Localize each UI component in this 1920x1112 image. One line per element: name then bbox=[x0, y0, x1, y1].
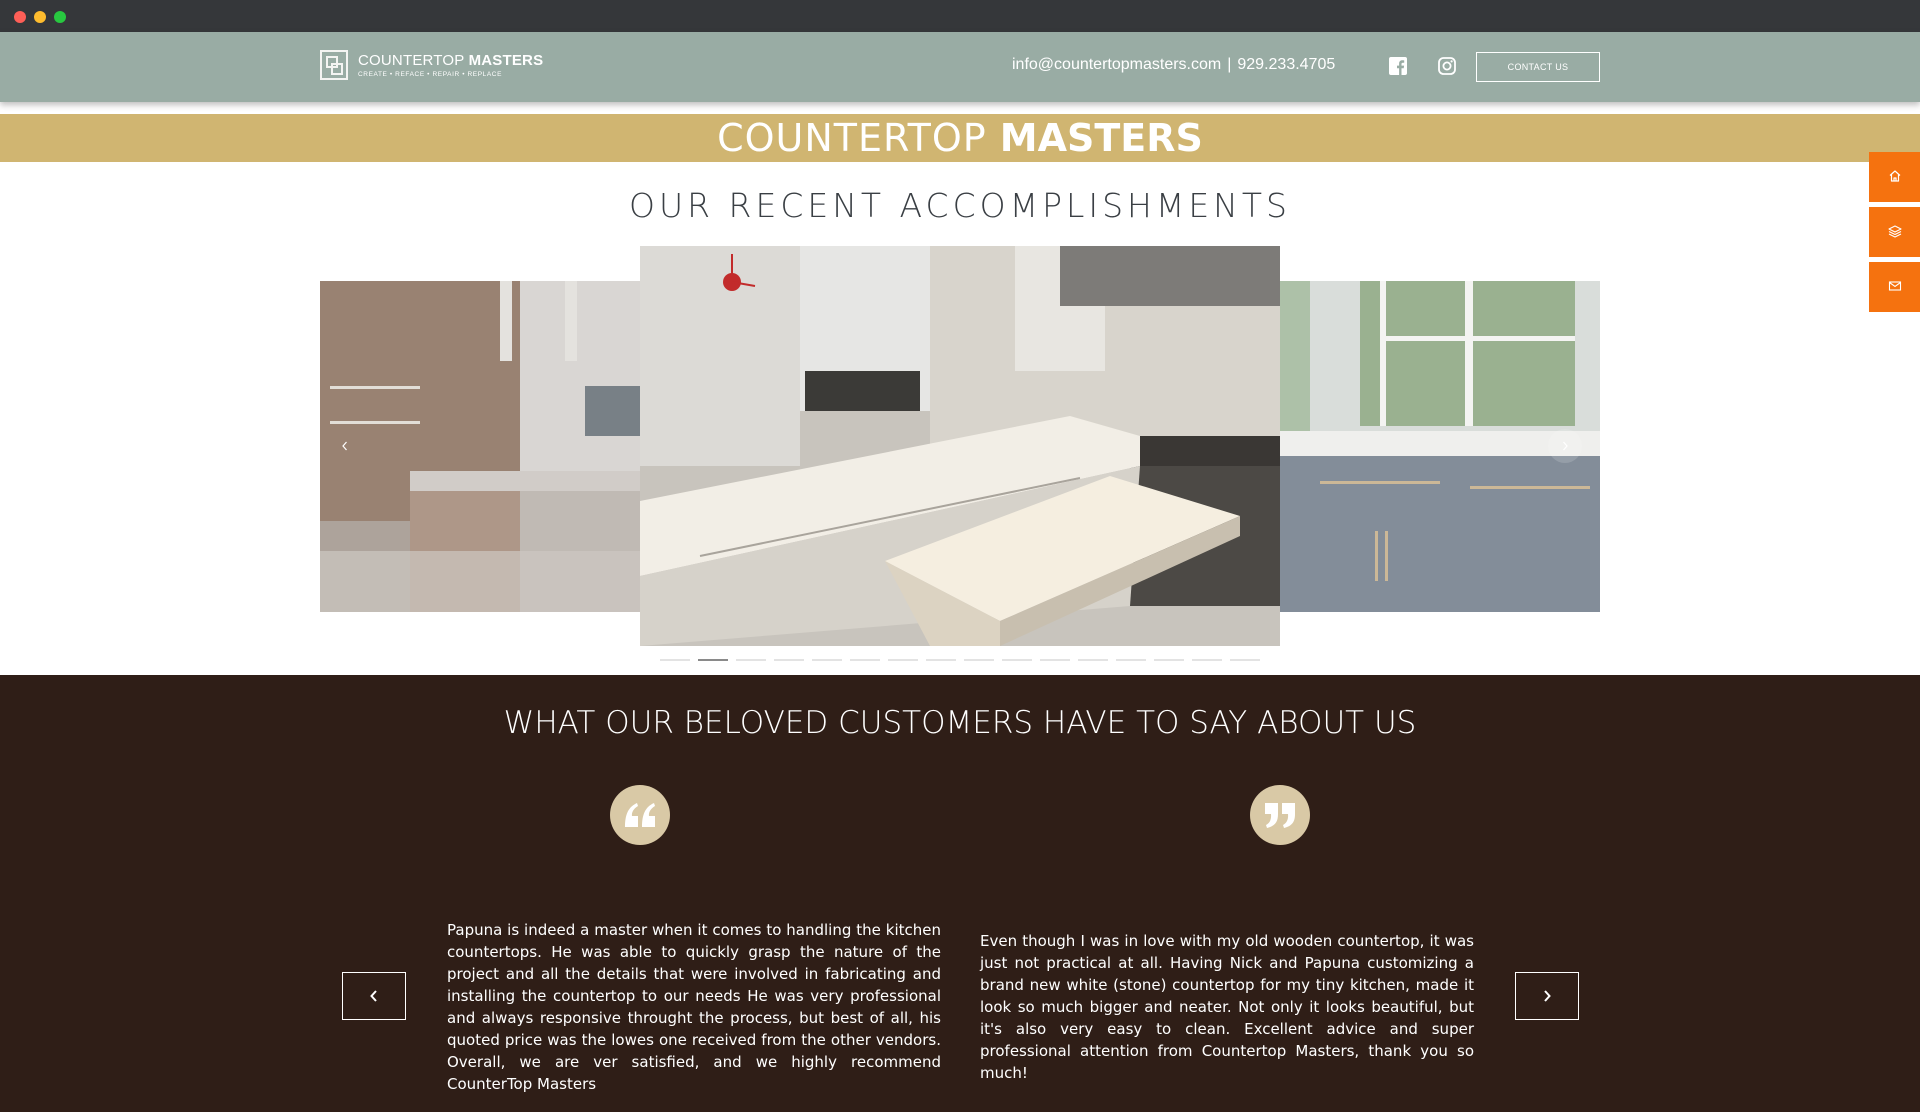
carousel-dot[interactable] bbox=[1040, 659, 1070, 661]
carousel-dot[interactable] bbox=[926, 659, 956, 661]
facebook-icon[interactable] bbox=[1388, 56, 1408, 76]
logo-text: COUNTERTOP MASTERS CREATE • REFACE • REP… bbox=[358, 52, 543, 78]
carousel-dot[interactable] bbox=[1192, 659, 1222, 661]
carousel-dot[interactable] bbox=[964, 659, 994, 661]
carousel-dot[interactable] bbox=[774, 659, 804, 661]
banner-title-light: COUNTERTOP bbox=[717, 116, 1000, 160]
side-nav bbox=[1869, 152, 1920, 317]
testimonials-section: WHAT OUR BELOVED CUSTOMERS HAVE TO SAY A… bbox=[0, 675, 1920, 1112]
brand-banner: COUNTERTOP MASTERS bbox=[0, 114, 1920, 162]
gallery-slide-previous[interactable] bbox=[320, 281, 640, 612]
carousel-dot[interactable] bbox=[1154, 659, 1184, 661]
banner-title-bold: MASTERS bbox=[999, 116, 1203, 160]
close-window-button[interactable] bbox=[14, 11, 26, 23]
contact-info: info@countertopmasters.com | 929.233.4705 bbox=[1012, 56, 1335, 74]
banner-title: COUNTERTOP MASTERS bbox=[717, 116, 1203, 160]
instagram-icon[interactable] bbox=[1437, 56, 1457, 76]
chevron-left-icon bbox=[370, 990, 377, 1002]
maximize-window-button[interactable] bbox=[54, 11, 66, 23]
contact-us-button[interactable]: CONTACT US bbox=[1476, 52, 1600, 82]
logo-title-light: COUNTERTOP bbox=[358, 52, 469, 69]
layers-icon bbox=[1887, 223, 1902, 242]
carousel-next-button[interactable] bbox=[1548, 429, 1582, 463]
carousel-dot[interactable] bbox=[1002, 659, 1032, 661]
phone-link[interactable]: 929.233.4705 bbox=[1237, 56, 1335, 73]
site-header: COUNTERTOP MASTERS CREATE • REFACE • REP… bbox=[0, 32, 1920, 102]
carousel-dot[interactable] bbox=[1230, 659, 1260, 661]
testimonial-text-2: Even though I was in love with my old wo… bbox=[980, 932, 1474, 1082]
testimonials-title: WHAT OUR BELOVED CUSTOMERS HAVE TO SAY A… bbox=[503, 705, 1417, 741]
carousel-dot[interactable] bbox=[1078, 659, 1108, 661]
gallery-slide-current[interactable] bbox=[640, 246, 1280, 646]
logo-title-bold: MASTERS bbox=[468, 52, 544, 69]
carousel-dot[interactable] bbox=[660, 659, 690, 661]
logo-mark-icon bbox=[320, 50, 348, 80]
email-link[interactable]: info@countertopmasters.com bbox=[1012, 56, 1221, 73]
side-nav-mail-button[interactable] bbox=[1869, 262, 1920, 312]
carousel-dot[interactable] bbox=[888, 659, 918, 661]
chevron-right-icon bbox=[1544, 990, 1551, 1002]
open-quote-icon bbox=[610, 785, 670, 845]
close-quote-icon bbox=[1250, 785, 1310, 845]
testimonial-prev-button[interactable] bbox=[342, 972, 406, 1020]
contact-separator: | bbox=[1227, 56, 1232, 73]
mail-icon bbox=[1888, 278, 1902, 297]
gallery-carousel bbox=[320, 246, 1600, 666]
site-logo[interactable]: COUNTERTOP MASTERS CREATE • REFACE • REP… bbox=[320, 50, 543, 80]
carousel-prev-button[interactable] bbox=[328, 429, 362, 463]
gallery-title: OUR RECENT ACCOMPLISHMENTS bbox=[629, 186, 1291, 225]
carousel-pagination bbox=[660, 659, 1260, 661]
carousel-dot[interactable] bbox=[812, 659, 842, 661]
logo-tagline: CREATE • REFACE • REPAIR • REPLACE bbox=[358, 71, 503, 78]
carousel-dot[interactable] bbox=[1116, 659, 1146, 661]
logo-title: COUNTERTOP MASTERS bbox=[358, 52, 543, 69]
window-titlebar bbox=[0, 0, 1920, 32]
minimize-window-button[interactable] bbox=[34, 11, 46, 23]
chevron-right-icon bbox=[1563, 441, 1568, 451]
testimonial-next-button[interactable] bbox=[1515, 972, 1579, 1020]
carousel-dot[interactable] bbox=[736, 659, 766, 661]
carousel-dot[interactable] bbox=[698, 659, 728, 661]
chevron-left-icon bbox=[342, 441, 347, 451]
home-icon bbox=[1888, 168, 1902, 187]
testimonial-text-1: Papuna is indeed a master when it comes … bbox=[447, 921, 941, 1093]
carousel-dot[interactable] bbox=[850, 659, 880, 661]
